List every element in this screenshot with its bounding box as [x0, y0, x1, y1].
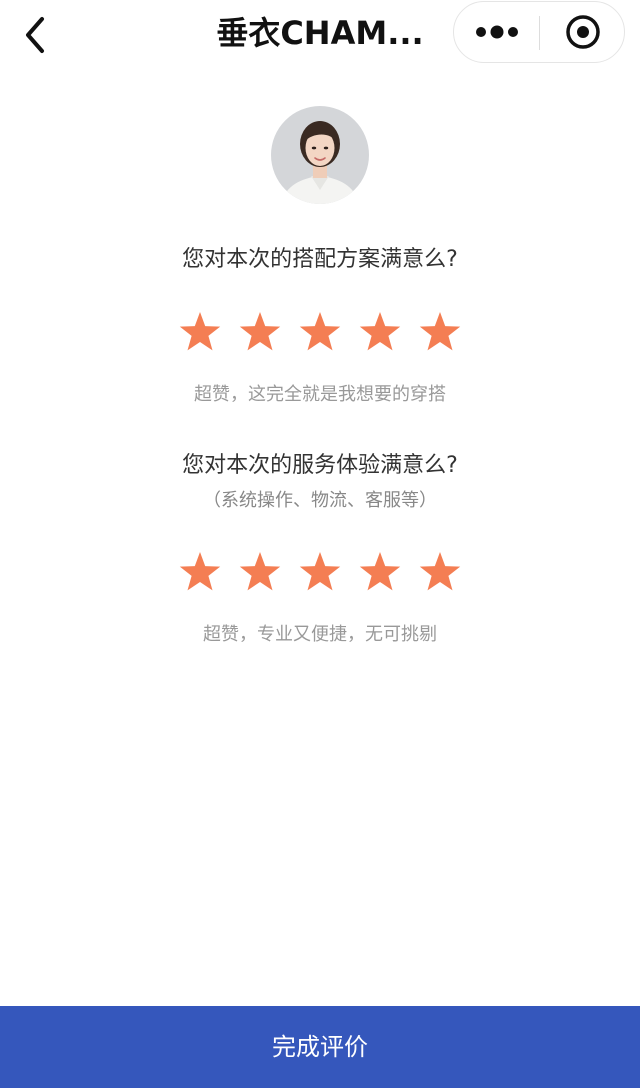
stylist-avatar [271, 106, 369, 204]
chevron-left-icon [26, 17, 44, 53]
star-icon[interactable] [238, 550, 282, 594]
navigation-bar: 垂衣CHAM... [0, 0, 640, 70]
star-icon[interactable] [298, 550, 342, 594]
page-title: 垂衣CHAM... [216, 14, 424, 52]
close-mini-program-button[interactable] [540, 2, 626, 62]
star-icon[interactable] [298, 310, 342, 354]
service-star-rating[interactable] [0, 550, 640, 596]
submit-review-button[interactable]: 完成评价 [0, 1006, 640, 1088]
star-icon[interactable] [418, 550, 462, 594]
more-dots-icon [476, 25, 518, 39]
service-rating-note: （系统操作、物流、客服等） [203, 490, 437, 511]
more-button[interactable] [454, 2, 540, 62]
service-rating-caption: 超赞，专业又便捷，无可挑剔 [203, 624, 437, 645]
outfit-rating-question: 您对本次的搭配方案满意么? [182, 247, 458, 272]
star-icon[interactable] [358, 310, 402, 354]
service-rating-question: 您对本次的服务体验满意么? [182, 453, 458, 478]
star-icon[interactable] [238, 310, 282, 354]
back-button[interactable] [14, 14, 56, 56]
star-icon[interactable] [418, 310, 462, 354]
outfit-star-rating[interactable] [0, 310, 640, 356]
mini-program-capsule [453, 1, 625, 63]
outfit-rating-caption: 超赞，这完全就是我想要的穿搭 [194, 384, 446, 405]
star-icon[interactable] [178, 310, 222, 354]
target-circle-icon [566, 15, 600, 49]
star-icon[interactable] [358, 550, 402, 594]
star-icon[interactable] [178, 550, 222, 594]
